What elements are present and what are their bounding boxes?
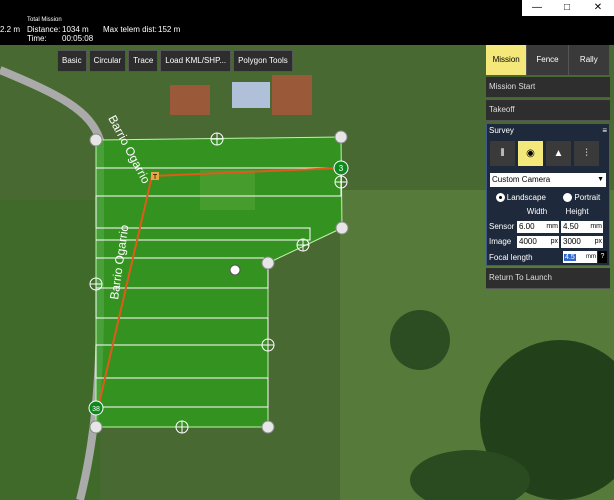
minimize-button[interactable]: — <box>522 0 552 16</box>
sensor-height-value: 4.50 <box>563 222 579 232</box>
time-value: 00:05:08 <box>62 34 94 43</box>
unit-label: mm <box>590 223 602 231</box>
circular-button[interactable]: Circular <box>88 50 127 72</box>
sensor-label: Sensor <box>489 222 515 232</box>
building <box>232 82 270 108</box>
tree-cluster <box>390 310 450 370</box>
image-label: Image <box>489 237 512 247</box>
close-button[interactable]: ✕ <box>582 0 614 16</box>
panel-tabs: Mission Fence Rally <box>486 45 610 75</box>
status-bar: 2.2 m Total Mission Distance: 1034 m Tim… <box>0 0 614 45</box>
load-kml-button[interactable]: Load KML/SHP... <box>160 50 232 72</box>
unit-label: mm <box>586 254 596 261</box>
portrait-label: Portrait <box>574 193 601 202</box>
survey-section-tabs: ⫴ ◉ ▲ ⫶ <box>487 138 609 169</box>
app-window: 2.2 m Total Mission Distance: 1034 m Tim… <box>0 0 614 500</box>
max-telem-value: 152 m <box>158 25 181 34</box>
image-height-field[interactable]: 3000 px <box>561 235 603 248</box>
help-icon[interactable]: ? <box>598 251 607 264</box>
takeoff-marker-label: T <box>153 174 158 181</box>
unit-label: px <box>550 238 558 246</box>
polygon-center-handle[interactable] <box>229 264 241 276</box>
sensor-height-field[interactable]: 4.50 mm <box>561 220 603 233</box>
sensor-row: Sensor 6.00 mm 4.50 mm <box>487 219 609 234</box>
image-height-value: 3000 <box>563 237 581 247</box>
radio-selected-icon[interactable] <box>495 193 505 203</box>
focal-length-value: 4.5 <box>564 253 576 261</box>
building <box>272 75 312 115</box>
camera-icon[interactable]: ◉ <box>518 141 543 166</box>
landscape-option[interactable]: Landscape <box>495 193 546 203</box>
return-to-launch-item[interactable]: Return To Launch <box>486 268 610 290</box>
orientation-group: Landscape Portrait <box>487 191 609 204</box>
height-header: Height <box>565 207 589 217</box>
camera-select[interactable]: Custom Camera ▼ <box>490 173 606 187</box>
focal-row: Focal length 4.5 mm ? <box>487 249 609 265</box>
survey-toolbar: Basic Circular Trace Load KML/SHP... Pol… <box>57 50 293 72</box>
tab-fence[interactable]: Fence <box>527 45 569 75</box>
settings-sliders-icon[interactable]: ⫶ <box>574 141 599 166</box>
image-width-value: 4000 <box>519 237 537 247</box>
image-width-field[interactable]: 4000 px <box>517 235 559 248</box>
trace-button[interactable]: Trace <box>128 50 159 72</box>
landscape-label: Landscape <box>506 193 546 202</box>
vertex-handle[interactable] <box>335 221 349 235</box>
vertex-handle[interactable] <box>334 130 348 144</box>
image-row: Image 4000 px 3000 px <box>487 234 609 249</box>
survey-title: Survey <box>489 126 514 135</box>
focal-length-field[interactable]: 4.5 mm <box>563 251 597 264</box>
unit-label: px <box>594 238 602 246</box>
transects-icon[interactable]: ⫴ <box>490 141 515 166</box>
mission-panel: Mission Fence Rally Mission Start Takeof… <box>486 45 610 500</box>
hamburger-menu-icon[interactable]: ≡ <box>602 124 607 138</box>
sensor-width-value: 6.00 <box>519 222 535 232</box>
focal-label: Focal length <box>489 252 533 262</box>
radio-icon[interactable] <box>563 193 573 203</box>
polygon-tools-button[interactable]: Polygon Tools <box>233 50 293 72</box>
altitude-readout: 2.2 m <box>0 25 21 34</box>
takeoff-item[interactable]: Takeoff <box>486 100 610 121</box>
tab-mission[interactable]: Mission <box>486 45 528 75</box>
vertex-handle[interactable] <box>261 420 275 434</box>
distance-value: 1034 m <box>62 25 89 34</box>
vertex-handle[interactable] <box>89 133 103 147</box>
field-area-west <box>0 200 100 500</box>
terrain-icon[interactable]: ▲ <box>546 141 571 166</box>
waypoint-3-label: 3 <box>339 164 344 173</box>
sensor-width-field[interactable]: 6.00 mm <box>517 220 559 233</box>
waypoint-38-label: 38 <box>92 406 100 413</box>
tab-rally[interactable]: Rally <box>568 45 610 75</box>
vertex-handle[interactable] <box>261 256 275 270</box>
portrait-option[interactable]: Portrait <box>563 193 601 203</box>
building <box>170 85 210 115</box>
basic-button[interactable]: Basic <box>57 50 87 72</box>
unit-label: mm <box>546 223 558 231</box>
camera-select-value: Custom Camera <box>492 175 551 184</box>
vertex-handle[interactable] <box>89 420 103 434</box>
mission-start-item[interactable]: Mission Start <box>486 77 610 98</box>
total-mission-label: Total Mission <box>27 17 62 23</box>
distance-label: Distance: <box>27 25 61 34</box>
survey-header: Survey ≡ <box>487 124 609 138</box>
max-telem-label: Max telem dist: <box>103 25 157 34</box>
chevron-down-icon: ▼ <box>597 176 604 183</box>
width-header: Width <box>526 207 548 217</box>
dimension-headers: Width Height <box>487 204 609 219</box>
survey-editor: Survey ≡ ⫴ ◉ ▲ ⫶ Custom Camera ▼ Landsca… <box>486 123 610 267</box>
time-label: Time: <box>27 34 47 43</box>
maximize-button[interactable]: □ <box>552 0 582 16</box>
